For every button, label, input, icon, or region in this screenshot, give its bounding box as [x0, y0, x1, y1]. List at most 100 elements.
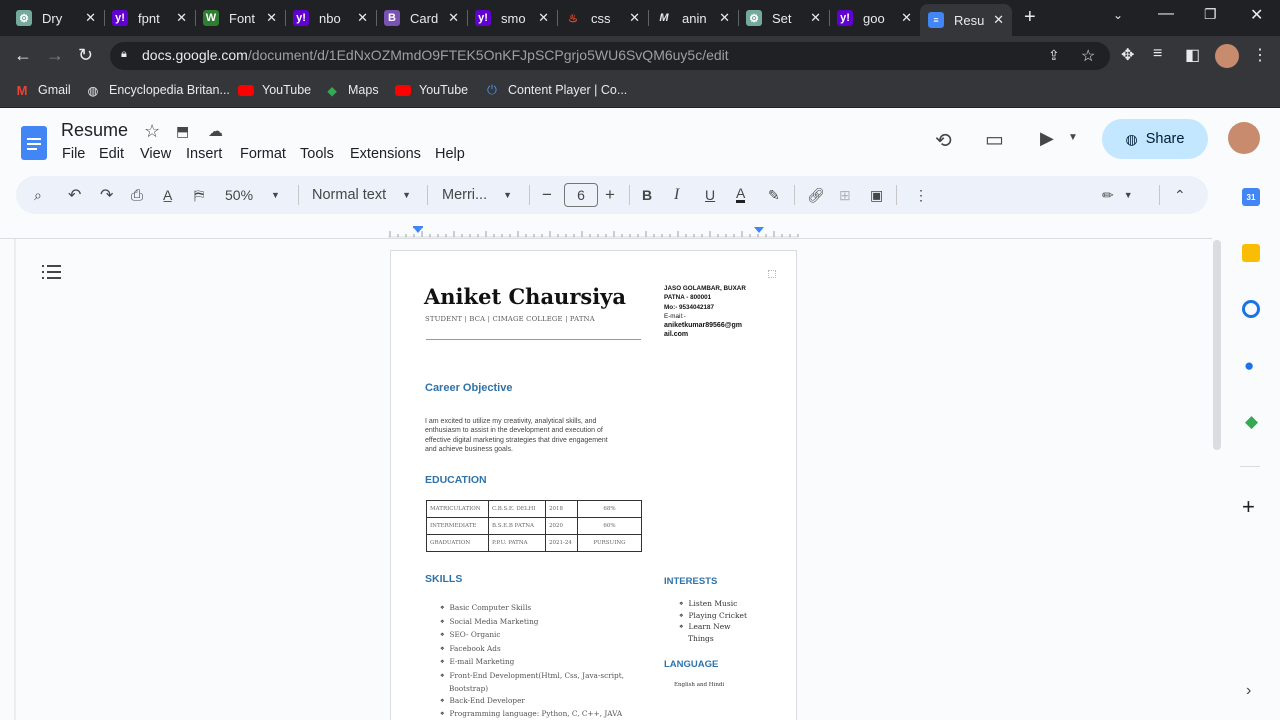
share-page-icon[interactable]: ⇪	[1048, 47, 1060, 64]
browser-tab[interactable]: M anin ✕	[648, 4, 738, 32]
browser-tab[interactable]: y! nbo ✕	[285, 4, 376, 32]
get-addons-icon[interactable]: +	[1242, 494, 1255, 520]
menu-insert[interactable]: Insert	[186, 146, 222, 162]
share-button[interactable]: ◍ Share	[1102, 119, 1208, 159]
media-icon[interactable]: ≡	[1153, 45, 1162, 63]
profile-avatar[interactable]	[1215, 44, 1239, 68]
close-icon[interactable]: ✕	[266, 10, 277, 26]
resume-name[interactable]: Aniket Chaursiya	[424, 284, 626, 309]
insert-link-icon[interactable]: 🔗︎	[807, 185, 825, 205]
extensions-icon[interactable]: ✥	[1121, 45, 1134, 65]
right-indent-marker[interactable]	[754, 227, 764, 233]
first-line-indent-marker[interactable]	[413, 226, 423, 228]
calendar-icon[interactable]: 31	[1242, 188, 1260, 206]
bookmark-maps[interactable]: ◆ Maps	[324, 82, 378, 98]
scrollbar-thumb[interactable]	[1213, 240, 1221, 450]
close-icon[interactable]: ✕	[719, 10, 730, 26]
insert-image-icon[interactable]: ▣	[870, 185, 883, 205]
close-icon[interactable]: ✕	[538, 10, 549, 26]
bookmark-britannica[interactable]: ◍ Encyclopedia Britan...	[85, 82, 230, 98]
close-icon[interactable]: ✕	[629, 10, 640, 26]
restore-icon[interactable]: ❐	[1204, 6, 1217, 23]
close-window-icon[interactable]: ✕	[1250, 5, 1263, 25]
chevron-right-icon[interactable]: ›	[1246, 682, 1251, 700]
close-icon[interactable]: ✕	[85, 10, 96, 26]
career-objective-title[interactable]: Career Objective	[425, 382, 512, 394]
maps-icon[interactable]: ◆	[1245, 412, 1258, 432]
paragraph-style-select[interactable]: Normal text ▼	[312, 185, 411, 205]
forward-icon[interactable]: →	[46, 45, 64, 66]
bookmark-star-icon[interactable]: ☆	[1081, 46, 1095, 66]
language-title[interactable]: LANGUAGE	[664, 659, 718, 670]
browser-tab[interactable]: ⚙ Dry ✕	[8, 4, 104, 32]
resume-subtitle[interactable]: STUDENT | BCA | CIMAGE COLLEGE | PATNA	[425, 315, 595, 323]
vertical-scrollbar[interactable]	[1212, 240, 1222, 450]
paint-format-icon[interactable]: ⛿	[194, 185, 204, 205]
move-folder-icon[interactable]: ⬒	[176, 123, 189, 140]
undo-icon[interactable]: ↶	[68, 185, 81, 205]
menu-help[interactable]: Help	[435, 146, 465, 162]
omnibox[interactable]: 🔒︎ docs.google.com/document/d/1EdNxOZMmd…	[110, 42, 1110, 70]
underline-icon[interactable]: U	[705, 185, 715, 205]
contact-block[interactable]: JASO GOLAMBAR, BUXAR PATNA - 800001 Mo:-…	[664, 284, 746, 340]
zoom-select[interactable]: 50% ▼	[225, 185, 280, 205]
menu-format[interactable]: Format	[240, 146, 286, 162]
side-panel-icon[interactable]: ◧	[1185, 45, 1200, 65]
decrease-font-size-button[interactable]: −	[542, 185, 552, 205]
close-icon[interactable]: ✕	[357, 10, 368, 26]
menu-tools[interactable]: Tools	[300, 146, 334, 162]
url-text[interactable]: docs.google.com/document/d/1EdNxOZMmdO9F…	[142, 47, 729, 63]
close-icon[interactable]: ✕	[448, 10, 459, 26]
document-title[interactable]: Resume	[61, 120, 128, 141]
skills-list[interactable]: Basic Computer Skills Social Media Marke…	[440, 602, 630, 720]
career-objective-text[interactable]: I am excited to utilize my creativity, a…	[425, 417, 608, 454]
bookmark-gmail[interactable]: M Gmail	[14, 82, 71, 98]
browser-tab[interactable]: ⚙ Set ✕	[738, 4, 829, 32]
education-title[interactable]: EDUCATION	[425, 474, 487, 486]
docs-logo-icon[interactable]	[21, 126, 47, 160]
star-icon[interactable]: ☆	[144, 121, 160, 142]
italic-icon[interactable]: I	[674, 185, 679, 205]
bookmark-youtube[interactable]: YouTube	[238, 82, 311, 98]
skills-title[interactable]: SKILLS	[425, 573, 462, 585]
reload-icon[interactable]: ↻	[78, 45, 93, 66]
comments-icon[interactable]: ▭	[985, 127, 1004, 152]
browser-tab-active[interactable]: ≡ Resu ✕	[920, 4, 1012, 36]
menu-view[interactable]: View	[140, 146, 171, 162]
keep-icon[interactable]	[1242, 244, 1260, 262]
bookmark-youtube[interactable]: YouTube	[395, 82, 468, 98]
menu-edit[interactable]: Edit	[99, 146, 124, 162]
text-color-icon[interactable]: A	[736, 185, 746, 203]
hide-menus-icon[interactable]: ⌃	[1174, 185, 1186, 205]
browser-tab[interactable]: y! goo ✕	[829, 4, 920, 32]
language-text[interactable]: English and Hindi	[674, 682, 724, 688]
education-table[interactable]: MATRICULATION C.B.S.E. DELHI 2018 68% IN…	[426, 500, 642, 552]
interests-title[interactable]: INTERESTS	[664, 576, 717, 587]
minimize-icon[interactable]: —	[1158, 5, 1174, 23]
version-history-icon[interactable]: ⟲	[935, 128, 952, 153]
chevron-down-icon[interactable]: ▼	[1068, 132, 1078, 143]
account-avatar[interactable]	[1228, 122, 1260, 154]
meet-icon[interactable]: ▶︎	[1040, 128, 1054, 149]
font-family-select[interactable]: Merri... ▼	[442, 185, 512, 205]
close-icon[interactable]: ✕	[810, 10, 821, 26]
browser-tab[interactable]: ♨ css ✕	[557, 4, 648, 32]
bookmark-content-player[interactable]: ⏻ Content Player | Co...	[484, 82, 627, 98]
menu-kebab-icon[interactable]: ⋮	[1252, 45, 1268, 65]
highlight-icon[interactable]: ✎	[768, 185, 780, 205]
spellcheck-icon[interactable]: A̲	[163, 185, 172, 205]
more-options-icon[interactable]: ⋮	[914, 185, 928, 205]
outline-icon[interactable]	[42, 263, 62, 286]
browser-tab[interactable]: y! smo ✕	[467, 4, 557, 32]
search-menus-icon[interactable]: ⌕	[34, 185, 42, 205]
font-size-input[interactable]: 6	[564, 183, 598, 207]
close-icon[interactable]: ✕	[176, 10, 187, 26]
add-comment-icon[interactable]: ⊞	[839, 185, 851, 205]
menu-file[interactable]: File	[62, 146, 85, 162]
browser-tab[interactable]: B Card ✕	[376, 4, 467, 32]
interests-list[interactable]: Listen Music Playing Cricket Learn New T…	[679, 599, 747, 643]
tasks-icon[interactable]	[1242, 300, 1260, 318]
increase-font-size-button[interactable]: +	[605, 185, 615, 205]
close-icon[interactable]: ✕	[993, 12, 1004, 28]
contacts-icon[interactable]: ●	[1244, 356, 1254, 376]
